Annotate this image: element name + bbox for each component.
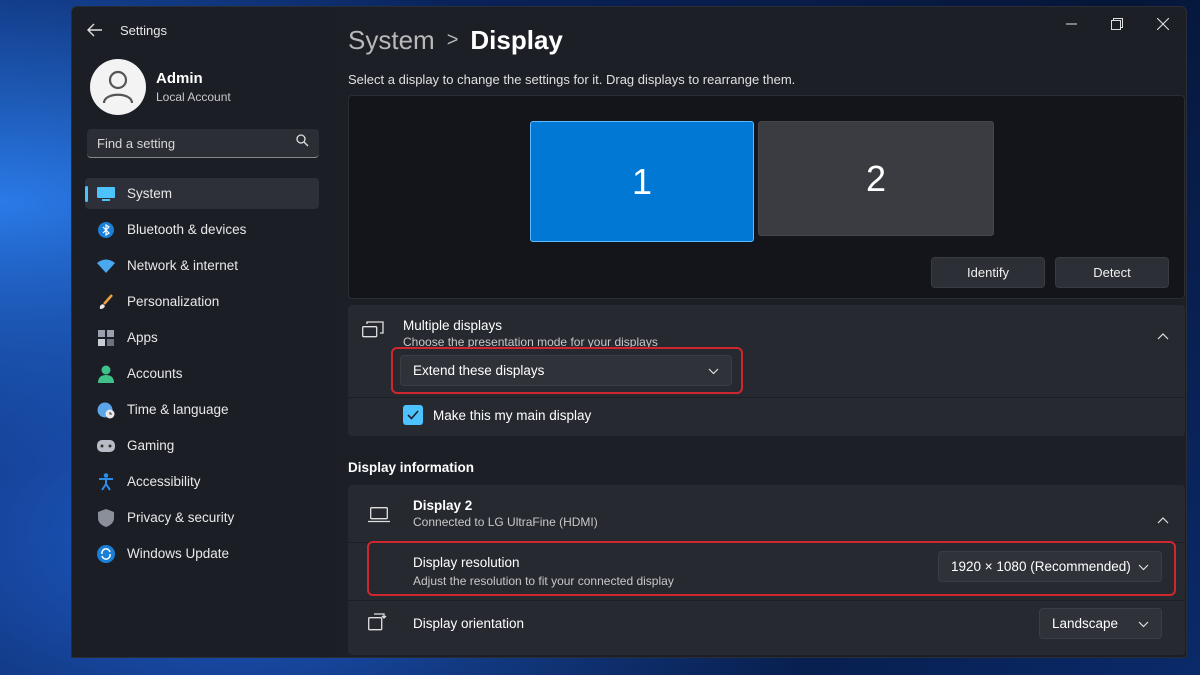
titlebar: Settings <box>86 21 167 39</box>
display-arrangement-area: 1 2 Identify Detect <box>348 95 1185 299</box>
globe-clock-icon <box>97 401 115 419</box>
sidebar-item-gaming[interactable]: Gaming <box>85 430 319 461</box>
multiple-displays-icon <box>362 321 384 344</box>
orientation-label: Display orientation <box>413 616 525 631</box>
sidebar-item-personalization[interactable]: Personalization <box>85 286 319 317</box>
display-name: Display 2 <box>413 498 473 513</box>
display-connection: Connected to LG UltraFine (HDMI) <box>413 515 598 529</box>
main-content: System > Display Select a display to cha… <box>348 7 1186 657</box>
profile-account-type: Local Account <box>156 90 231 104</box>
sidebar-item-label: Personalization <box>127 294 220 309</box>
sidebar-item-label: Accessibility <box>127 474 201 489</box>
search-icon[interactable] <box>296 134 309 152</box>
sidebar-item-accounts[interactable]: Accounts <box>85 358 319 389</box>
person-icon <box>97 365 115 383</box>
sidebar-nav: System Bluetooth & devices Network & int… <box>85 178 319 574</box>
apps-icon <box>97 329 115 347</box>
profile-name: Admin <box>156 70 203 87</box>
wifi-icon <box>97 257 115 275</box>
shield-icon <box>97 508 115 527</box>
breadcrumb: System > Display <box>348 25 563 56</box>
sidebar-item-label: Windows Update <box>127 546 230 561</box>
identify-button[interactable]: Identify <box>931 257 1045 288</box>
highlight-box <box>391 347 743 394</box>
orientation-value: Landscape <box>1052 616 1119 631</box>
back-arrow-icon[interactable] <box>86 21 104 39</box>
sidebar-item-label: Network & internet <box>127 258 239 273</box>
brush-icon <box>97 293 115 311</box>
main-display-label: Make this my main display <box>433 407 592 423</box>
profile[interactable]: Admin Local Account <box>90 59 231 115</box>
sidebar-item-windows-update[interactable]: Windows Update <box>85 538 319 569</box>
section-title: Display information <box>348 460 475 475</box>
breadcrumb-separator: > <box>446 29 459 51</box>
sidebar-item-system[interactable]: System <box>85 178 319 209</box>
monitor-icon <box>97 185 115 203</box>
app-title: Settings <box>120 22 167 38</box>
sidebar: Settings Admin Local Account Find a sett… <box>72 7 334 657</box>
sidebar-item-label: Privacy & security <box>127 510 235 525</box>
gamepad-icon <box>97 437 115 455</box>
update-icon <box>97 544 115 563</box>
avatar <box>90 59 146 115</box>
sidebar-item-bluetooth[interactable]: Bluetooth & devices <box>85 214 319 245</box>
monitor-1[interactable]: 1 <box>530 121 754 242</box>
sidebar-item-accessibility[interactable]: Accessibility <box>85 466 319 497</box>
sidebar-item-label: Bluetooth & devices <box>127 222 247 237</box>
orientation-dropdown[interactable]: Landscape <box>1039 608 1162 639</box>
multiple-displays-card: Multiple displays Choose the presentatio… <box>348 305 1185 436</box>
divider <box>348 600 1185 601</box>
sidebar-item-network[interactable]: Network & internet <box>85 250 319 281</box>
sidebar-item-privacy[interactable]: Privacy & security <box>85 502 319 533</box>
display-information-card: Display 2 Connected to LG UltraFine (HDM… <box>348 485 1185 655</box>
detect-button[interactable]: Detect <box>1055 257 1169 288</box>
divider <box>348 397 1185 398</box>
search-input[interactable]: Find a setting <box>87 129 319 158</box>
search-placeholder: Find a setting <box>97 135 176 151</box>
multiple-displays-title: Multiple displays <box>403 318 503 333</box>
monitor-2[interactable]: 2 <box>758 121 994 236</box>
sidebar-item-label: Gaming <box>127 438 175 453</box>
sidebar-item-label: Time & language <box>127 402 229 417</box>
settings-window: Settings Admin Local Account Find a sett… <box>71 6 1187 658</box>
highlight-box <box>367 541 1176 596</box>
bluetooth-icon <box>97 221 115 239</box>
page-title: Display <box>470 25 563 55</box>
orientation-icon <box>368 613 390 636</box>
main-display-checkbox[interactable] <box>403 405 423 425</box>
sidebar-item-label: Apps <box>127 330 158 345</box>
laptop-icon <box>368 507 390 528</box>
chevron-down-icon <box>1138 616 1149 631</box>
breadcrumb-parent[interactable]: System <box>348 25 435 56</box>
sidebar-item-apps[interactable]: Apps <box>85 322 319 353</box>
arrange-description: Select a display to change the settings … <box>348 72 796 87</box>
accessibility-icon <box>97 472 115 491</box>
chevron-up-icon[interactable] <box>1157 511 1169 529</box>
sidebar-item-time-language[interactable]: Time & language <box>85 394 319 425</box>
chevron-up-icon[interactable] <box>1157 327 1169 345</box>
sidebar-item-label: System <box>127 186 173 201</box>
sidebar-item-label: Accounts <box>127 366 183 381</box>
main-display-checkbox-row[interactable]: Make this my main display <box>403 405 591 425</box>
